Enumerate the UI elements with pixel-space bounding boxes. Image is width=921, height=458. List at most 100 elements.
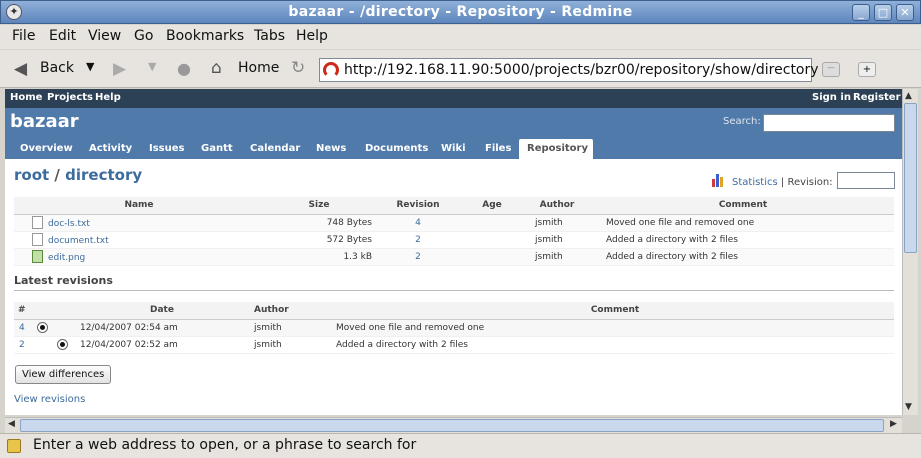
tab-issues[interactable]: Issues (141, 139, 192, 159)
menu-edit[interactable]: Edit (49, 25, 76, 44)
menu-view[interactable]: View (88, 25, 121, 44)
column-name: Name (14, 197, 264, 215)
horizontal-scrollbar[interactable]: ◀ ▶ (5, 417, 902, 433)
revision-link[interactable]: 2 (19, 340, 25, 350)
revisions-table-header: # Date Author Comment (14, 302, 894, 320)
close-button[interactable]: ✕ (896, 4, 914, 21)
statistics-icon (712, 174, 726, 187)
file-revision-cell: 2 (374, 248, 462, 266)
home-icon[interactable]: ⌂ (211, 58, 222, 78)
tab-overview[interactable]: Overview (12, 139, 81, 159)
site-identity-icon[interactable] (323, 62, 339, 78)
url-bar[interactable]: http://192.168.11.90:5000/projects/bzr00… (319, 58, 819, 82)
menu-help[interactable]: Help (296, 25, 328, 44)
tab-files[interactable]: Files (477, 139, 519, 159)
scroll-right-arrow-icon[interactable]: ▶ (890, 419, 897, 429)
view-revisions-link[interactable]: View revisions (14, 394, 85, 405)
home-button[interactable]: Home (238, 60, 279, 76)
file-row: doc-ls.txt 748 Bytes 4 jsmith Moved one … (14, 214, 894, 232)
tab-calendar[interactable]: Calendar (242, 139, 308, 159)
top-menu-home-link[interactable]: Home (10, 92, 42, 103)
search-input[interactable] (763, 114, 895, 132)
file-author: jsmith (522, 231, 592, 249)
sign-in-link[interactable]: Sign in (812, 92, 851, 103)
column-author: Author (522, 197, 592, 215)
tab-documents[interactable]: Documents (357, 139, 436, 159)
back-button[interactable]: Back (40, 60, 74, 76)
file-revision-link[interactable]: 2 (415, 252, 421, 262)
file-name-cell: doc-ls.txt (14, 214, 264, 232)
maximize-button[interactable]: □ (874, 4, 892, 21)
repository-toolbar: Statistics | Revision: (712, 172, 895, 189)
column-size: Size (264, 197, 374, 215)
breadcrumb-root-link[interactable]: root (14, 166, 49, 184)
file-comment: Moved one file and removed one (592, 214, 894, 232)
view-differences-button[interactable]: View differences (15, 365, 112, 384)
scroll-down-arrow-icon[interactable]: ▼ (905, 402, 912, 412)
revision-from-cell (32, 319, 52, 337)
file-name-cell: document.txt (14, 231, 264, 249)
column-revision: Revision (374, 197, 462, 215)
breadcrumb-separator: / (49, 166, 66, 184)
file-revision-link[interactable]: 2 (415, 235, 421, 245)
status-text: Enter a web address to open, or a phrase… (33, 437, 417, 453)
forward-history-chevron-icon[interactable]: ▼ (148, 60, 156, 73)
file-age (462, 231, 522, 249)
tab-wiki[interactable]: Wiki (433, 139, 474, 159)
window-title-bar: ✦ bazaar - /directory - Repository - Red… (0, 0, 921, 24)
zoom-out-icon[interactable]: — (822, 62, 840, 77)
column-author: Author (252, 302, 336, 320)
from-radio[interactable] (36, 321, 48, 333)
menu-tabs[interactable]: Tabs (254, 25, 285, 44)
back-arrow-icon[interactable]: ◀ (14, 59, 27, 79)
revision-author: jsmith (252, 319, 336, 337)
minimize-button[interactable]: _ (852, 4, 870, 21)
menu-bookmarks[interactable]: Bookmarks (166, 25, 244, 44)
column-comment: Comment (336, 302, 894, 320)
tab-repository[interactable]: Repository (519, 139, 593, 159)
revision-number-cell: 4 (14, 319, 32, 337)
breadcrumb: root / directory (14, 166, 142, 184)
file-revision-link[interactable]: 4 (415, 218, 421, 228)
zoom-in-icon[interactable]: + (858, 62, 876, 77)
scroll-left-arrow-icon[interactable]: ◀ (8, 419, 15, 429)
files-table-header: Name Size Revision Age Author Comment (14, 197, 894, 215)
reload-icon[interactable]: ↻ (291, 58, 305, 78)
window-title: bazaar - /directory - Repository - Redmi… (288, 4, 633, 20)
tab-gantt[interactable]: Gantt (193, 139, 241, 159)
menu-go[interactable]: Go (134, 25, 153, 44)
file-revision-cell: 2 (374, 231, 462, 249)
vertical-scroll-thumb[interactable] (904, 103, 917, 253)
statistics-link[interactable]: Statistics (732, 177, 778, 188)
forward-arrow-icon[interactable]: ▶ (113, 59, 126, 79)
revision-author: jsmith (252, 336, 336, 354)
file-link[interactable]: doc-ls.txt (48, 219, 90, 229)
scroll-up-arrow-icon[interactable]: ▲ (905, 91, 912, 101)
revision-to-cell (52, 336, 72, 354)
back-history-chevron-icon[interactable]: ▼ (86, 60, 94, 73)
tab-activity[interactable]: Activity (81, 139, 140, 159)
horizontal-scroll-thumb[interactable] (20, 419, 884, 432)
redmine-top-menu: Home Projects Help Sign in Register (5, 89, 902, 108)
revision-link[interactable]: 4 (19, 323, 25, 333)
stop-icon[interactable]: ● (177, 59, 191, 78)
tab-news[interactable]: News (308, 139, 354, 159)
image-file-icon (32, 250, 43, 263)
vertical-scrollbar[interactable]: ▲ ▼ (902, 89, 918, 415)
file-link[interactable]: document.txt (48, 236, 109, 246)
top-menu-help-link[interactable]: Help (95, 92, 121, 103)
revision-input[interactable] (836, 172, 895, 189)
top-menu-projects-link[interactable]: Projects (47, 92, 93, 103)
breadcrumb-directory-link[interactable]: directory (65, 166, 142, 184)
menu-file[interactable]: File (12, 25, 35, 44)
file-author: jsmith (522, 248, 592, 266)
file-row: edit.png 1.3 kB 2 jsmith Added a directo… (14, 248, 894, 266)
to-radio[interactable] (56, 338, 68, 350)
file-size: 748 Bytes (264, 214, 374, 232)
revision-row: 2 12/04/2007 02:52 am jsmith Added a dir… (14, 336, 894, 354)
register-link[interactable]: Register (853, 92, 901, 103)
column-comment: Comment (592, 197, 894, 215)
project-title: bazaar (10, 111, 79, 132)
text-file-icon (32, 233, 43, 246)
file-link[interactable]: edit.png (48, 253, 85, 263)
